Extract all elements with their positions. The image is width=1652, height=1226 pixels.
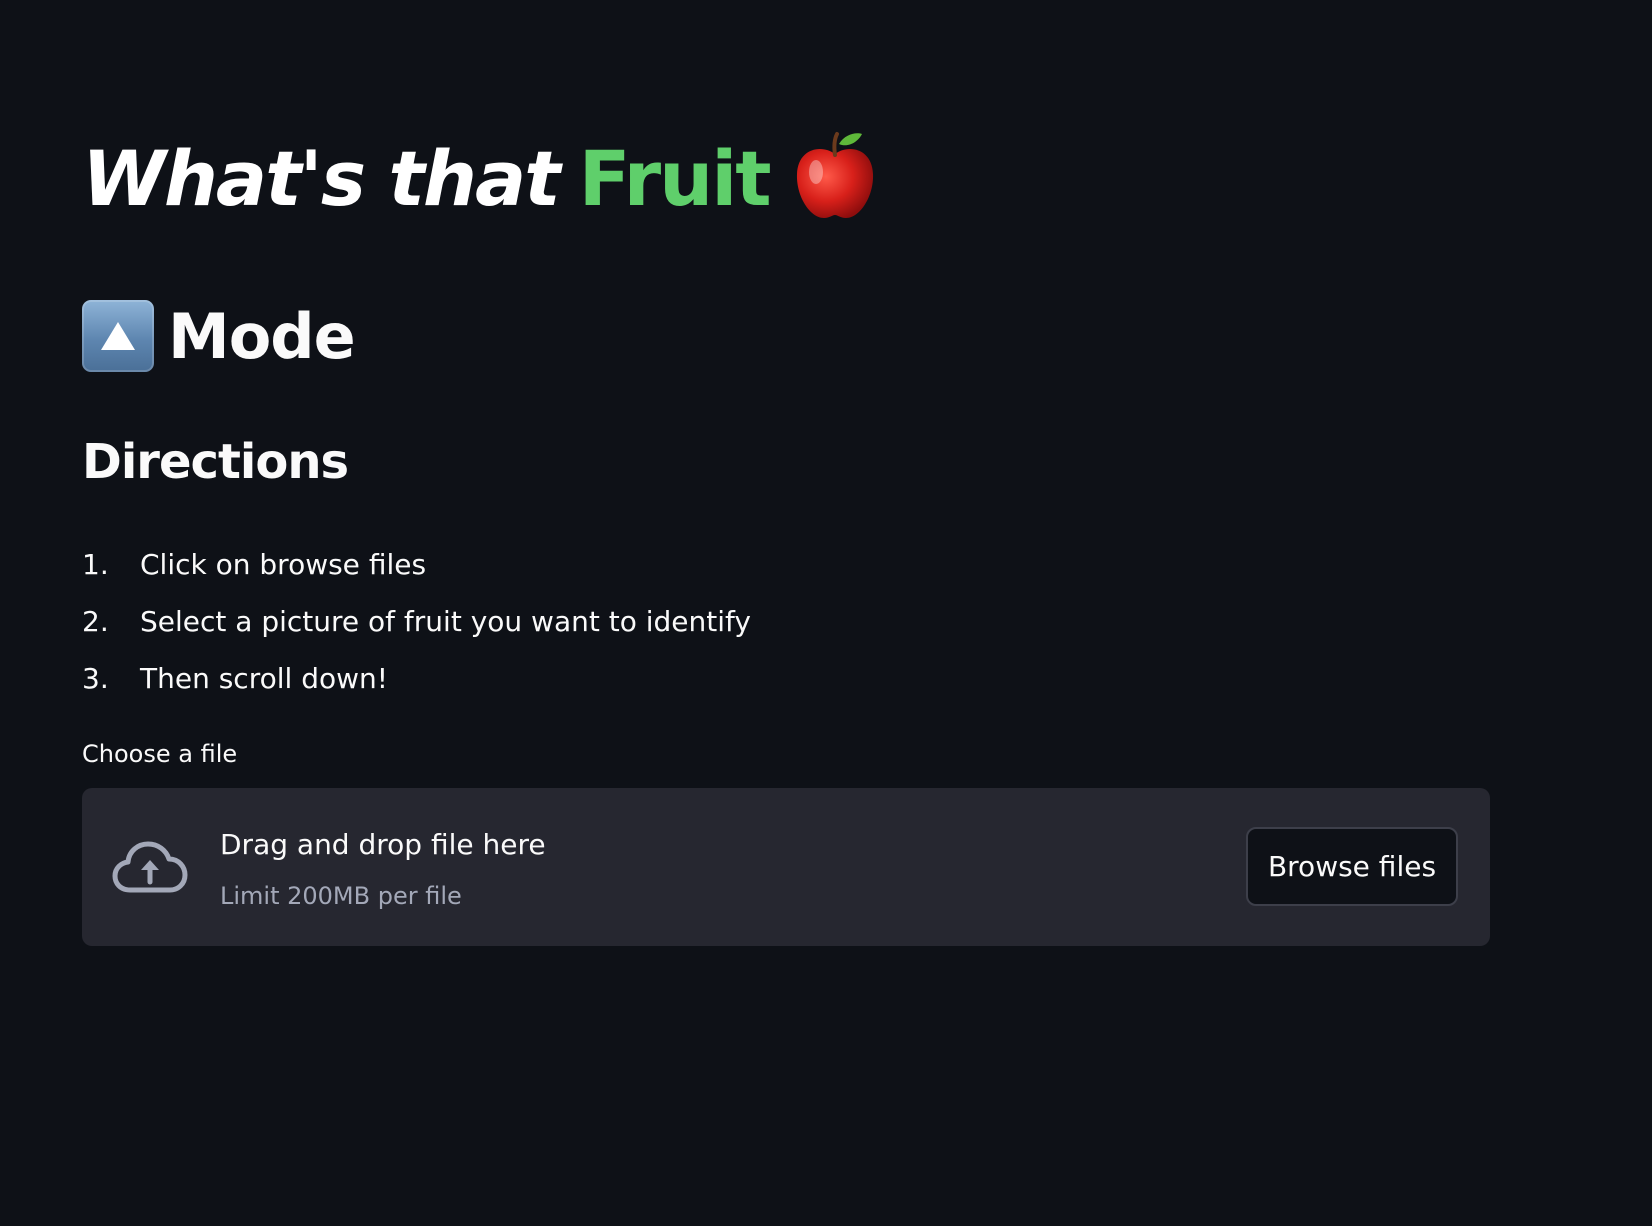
title-text: What's that [82, 133, 561, 223]
up-arrow-button-icon [82, 300, 154, 372]
file-dropzone[interactable]: Drag and drop file here Limit 200MB per … [82, 788, 1490, 946]
title-accent-text: Fruit [578, 133, 772, 223]
step-number: 3. [82, 662, 109, 695]
file-uploader-label: Choose a file [82, 740, 238, 768]
mode-heading: Mode [82, 299, 356, 373]
step-number: 1. [82, 548, 109, 581]
list-item: 3. Then scroll down! [82, 650, 751, 707]
cloud-upload-icon [112, 840, 188, 894]
mode-label: Mode [168, 299, 356, 373]
page-title: What's that Fruit [82, 128, 878, 228]
directions-list: 1. Click on browse files 2. Select a pic… [82, 536, 751, 707]
step-text: Select a picture of fruit you want to id… [140, 605, 751, 638]
list-item: 1. Click on browse files [82, 536, 751, 593]
directions-heading: Directions [82, 434, 349, 490]
dropzone-instructions: Drag and drop file here [220, 828, 546, 861]
step-text: Then scroll down! [140, 662, 388, 695]
step-number: 2. [82, 605, 109, 638]
file-size-limit: Limit 200MB per file [220, 882, 462, 910]
apple-icon [792, 130, 878, 222]
list-item: 2. Select a picture of fruit you want to… [82, 593, 751, 650]
step-text: Click on browse files [140, 548, 427, 581]
browse-files-button[interactable]: Browse files [1246, 827, 1458, 906]
